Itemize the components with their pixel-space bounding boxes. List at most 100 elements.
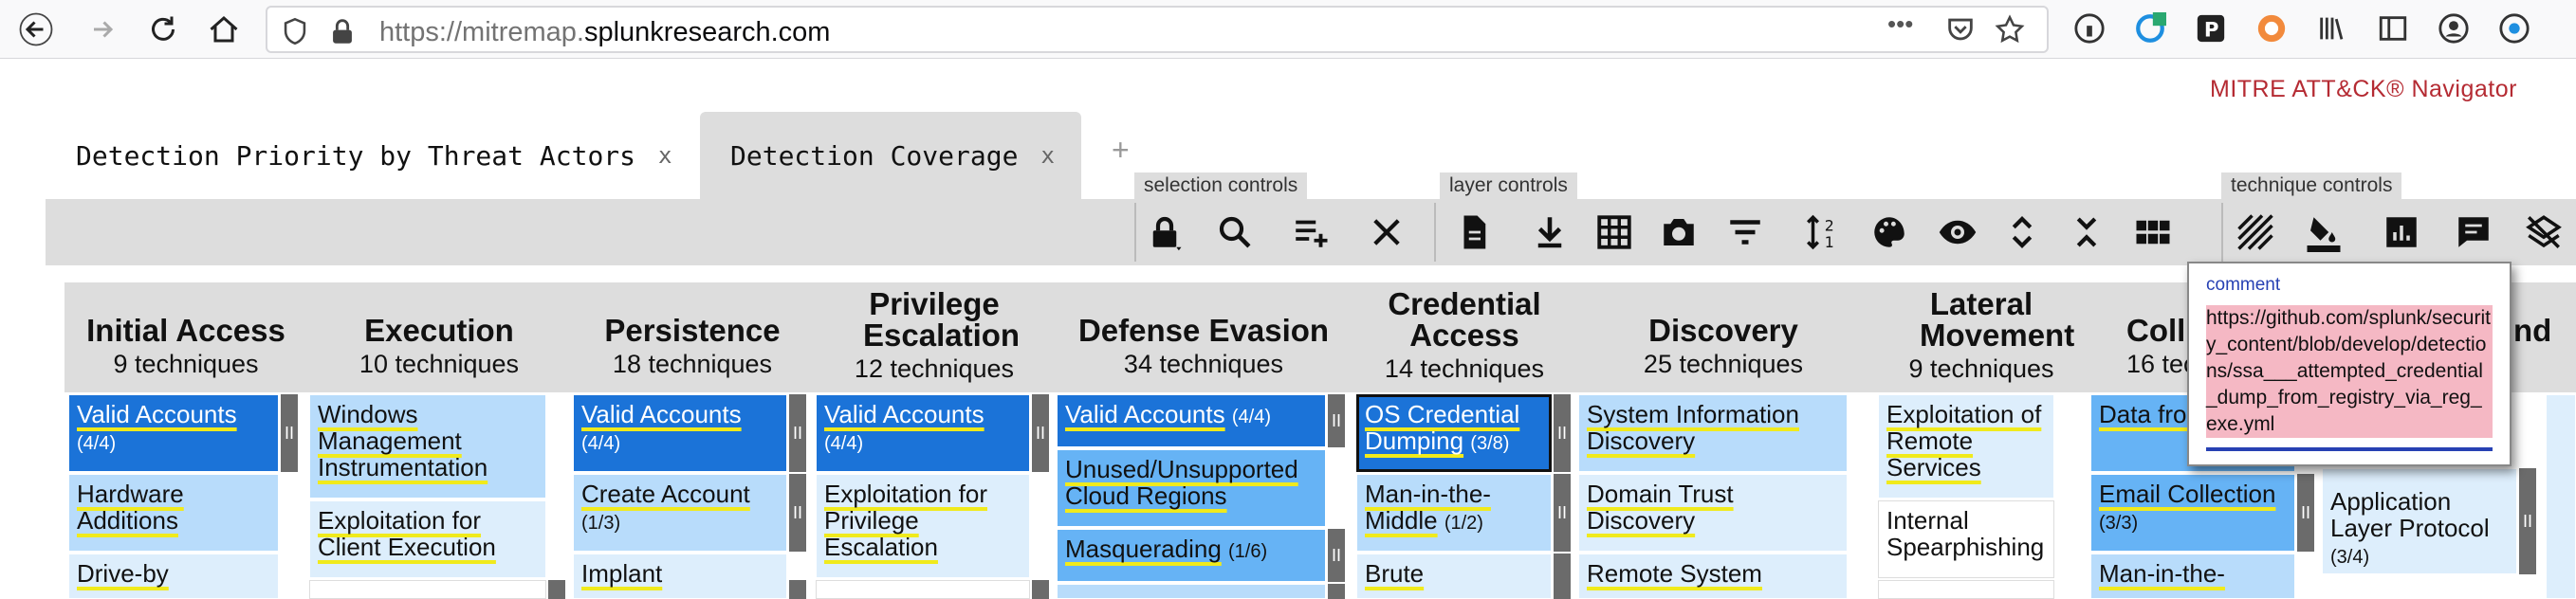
technique-cell[interactable]: Application Layer Protocol (3/4) (2322, 468, 2517, 574)
subtechnique-expand-handle[interactable]: II (281, 394, 298, 472)
subtechnique-expand-handle[interactable]: II (1554, 394, 1571, 472)
search-button[interactable] (1205, 203, 1265, 262)
tab-detection-priority[interactable]: Detection Priority by Threat Actors x (0, 112, 692, 199)
technique-cell[interactable] (1057, 584, 1326, 599)
deselect-button[interactable] (1356, 203, 1417, 262)
library-icon[interactable] (2316, 12, 2348, 45)
tactic-header-collection[interactable]: Coll 16 tec (2094, 282, 2199, 392)
lock-selection-button[interactable] (1134, 203, 1195, 262)
subtechnique-expand-handle[interactable]: II (789, 394, 806, 472)
technique-cell[interactable]: Email Collection (3/3) (2090, 474, 2295, 552)
technique-cell[interactable]: Brute (1356, 554, 1552, 599)
toggle-state-button[interactable] (2225, 203, 2286, 262)
pocket-icon[interactable] (1944, 13, 1977, 45)
tab-detection-coverage[interactable]: Detection Coverage x (700, 112, 1081, 199)
bookmark-star-icon[interactable] (1994, 13, 2026, 45)
subtechnique-expand-handle[interactable] (1328, 584, 1345, 599)
subtechnique-expand-handle[interactable]: II (1328, 394, 1345, 447)
account-icon[interactable] (2438, 12, 2470, 45)
technique-cell[interactable]: Exploitation for Client Execution (309, 500, 546, 578)
technique-cell[interactable]: Man-in-the-Middle (1/2) (1356, 474, 1552, 552)
technique-cell[interactable]: Domain Trust Discovery (1578, 474, 1848, 552)
subtechnique-expand-handle[interactable]: II (1328, 529, 1345, 582)
sidebar-icon[interactable] (2377, 12, 2409, 45)
technique-cell[interactable]: Windows Management Instrumentation (309, 394, 546, 499)
technique-cell[interactable]: Valid Accounts (4/4) (816, 394, 1030, 472)
tactic-header-discovery[interactable]: Discovery 25 techniques (1578, 282, 1868, 392)
lock-icon[interactable] (326, 15, 359, 47)
tab-close-button[interactable]: x (1040, 142, 1054, 169)
info-extension-icon[interactable] (2073, 12, 2106, 45)
comment-button[interactable] (2443, 203, 2504, 262)
technique-cell[interactable] (1878, 580, 2054, 599)
tactic-header-privilege-escalation[interactable]: Privilege Escalation 12 techniques (816, 282, 1053, 392)
layer-info-button[interactable] (1444, 203, 1504, 262)
subtechnique-expand-handle[interactable]: II (2519, 468, 2536, 574)
subtechnique-expand-handle[interactable]: II (1032, 394, 1049, 472)
subtechnique-expand-handle[interactable] (789, 580, 806, 599)
technique-cell[interactable]: System Information Discovery (1578, 394, 1848, 472)
tactic-header-lateral-movement[interactable]: Lateral Movement 9 techniques (1872, 282, 2090, 392)
technique-cell[interactable]: Internal Spearphishing (1878, 500, 2054, 578)
technique-cell[interactable]: Remote System (1578, 554, 1848, 599)
filters-button[interactable] (1715, 203, 1776, 262)
address-bar[interactable]: https://mitremap.splunkresearch.com ••• (266, 6, 2049, 53)
collapse-subtechniques-button[interactable] (2056, 203, 2117, 262)
technique-cell-selected[interactable]: OS Credential Dumping (3/8) (1356, 394, 1552, 472)
tab-close-button[interactable]: x (658, 142, 672, 169)
back-button[interactable] (4, 4, 68, 55)
technique-cell[interactable] (309, 580, 546, 599)
tactic-header-execution[interactable]: Execution 10 techniques (309, 282, 569, 392)
expand-subtechniques-button[interactable] (1992, 203, 2052, 262)
export-excel-button[interactable] (1584, 203, 1645, 262)
render-svg-button[interactable] (1648, 203, 1709, 262)
subtechnique-expand-handle[interactable]: II (1554, 474, 1571, 552)
subtechnique-expand-handle[interactable]: II (789, 474, 806, 552)
technique-cell[interactable]: Drive-by (68, 554, 279, 599)
technique-cell[interactable]: Man-in-the- (2090, 554, 2295, 599)
technique-cell[interactable] (816, 580, 1030, 599)
technique-cell[interactable]: Implant (573, 554, 787, 599)
tactic-header-credential-access[interactable]: Credential Access 14 techniques (1354, 282, 1574, 392)
color-setup-button[interactable] (1859, 203, 1920, 262)
technique-cell[interactable]: Exploitation for Privilege Escalation (816, 474, 1030, 578)
technique-cell[interactable]: Hardware Additions (68, 474, 279, 552)
matrix-configuration-button[interactable] (2123, 203, 2183, 262)
sorting-button[interactable]: 21 (1793, 203, 1853, 262)
subtechnique-expand-handle[interactable] (548, 580, 565, 599)
help-extension-icon[interactable] (2498, 12, 2530, 45)
orange-extension-icon[interactable] (2255, 12, 2288, 45)
subtechnique-expand-handle[interactable]: II (2297, 474, 2314, 552)
subtechnique-expand-handle[interactable] (1032, 580, 1049, 599)
tactic-header-initial-access[interactable]: Initial Access 9 techniques (66, 282, 305, 392)
technique-cell[interactable] (2546, 394, 2576, 599)
home-button[interactable] (192, 4, 256, 55)
url-text[interactable]: https://mitremap.splunkresearch.com (379, 17, 830, 48)
tactic-header-command-and-control[interactable]: nd (2513, 282, 2570, 392)
technique-cell[interactable]: Valid Accounts (4/4) (1057, 394, 1326, 447)
reload-button[interactable] (131, 4, 195, 55)
background-color-button[interactable] (2293, 203, 2354, 262)
technique-cell[interactable]: Valid Accounts (4/4) (573, 394, 787, 472)
navigator-title[interactable]: MITRE ATT&CK® Navigator (2210, 76, 2517, 103)
p-extension-icon[interactable]: P (2195, 12, 2227, 45)
technique-cell[interactable]: Valid Accounts (4/4) (68, 394, 279, 472)
sync-extension-icon[interactable] (2134, 12, 2166, 45)
technique-cell[interactable]: Masquerading (1/6) (1057, 529, 1326, 582)
tactic-header-persistence[interactable]: Persistence 18 techniques (573, 282, 812, 392)
forward-button[interactable] (70, 4, 135, 55)
technique-cell[interactable]: Unused/Unsupported Cloud Regions (1057, 449, 1326, 527)
technique-cell[interactable]: Create Account (1/3) (573, 474, 787, 552)
subtechnique-expand-handle[interactable] (1554, 554, 1571, 599)
tactic-header-defense-evasion[interactable]: Defense Evasion 34 techniques (1057, 282, 1351, 392)
download-layer-button[interactable] (1519, 203, 1580, 262)
page-actions-menu[interactable]: ••• (1887, 9, 1913, 39)
multiselect-button[interactable] (1280, 203, 1341, 262)
clear-annotations-button[interactable] (2513, 203, 2574, 262)
scoring-button[interactable] (2371, 203, 2432, 262)
show-hide-disabled-button[interactable] (1927, 203, 1988, 262)
tracking-shield-icon[interactable] (279, 15, 311, 47)
technique-cell[interactable]: Exploitation of Remote Services (1878, 394, 2054, 499)
search-icon (1219, 216, 1251, 248)
add-tab-button[interactable]: + (1112, 133, 1130, 168)
